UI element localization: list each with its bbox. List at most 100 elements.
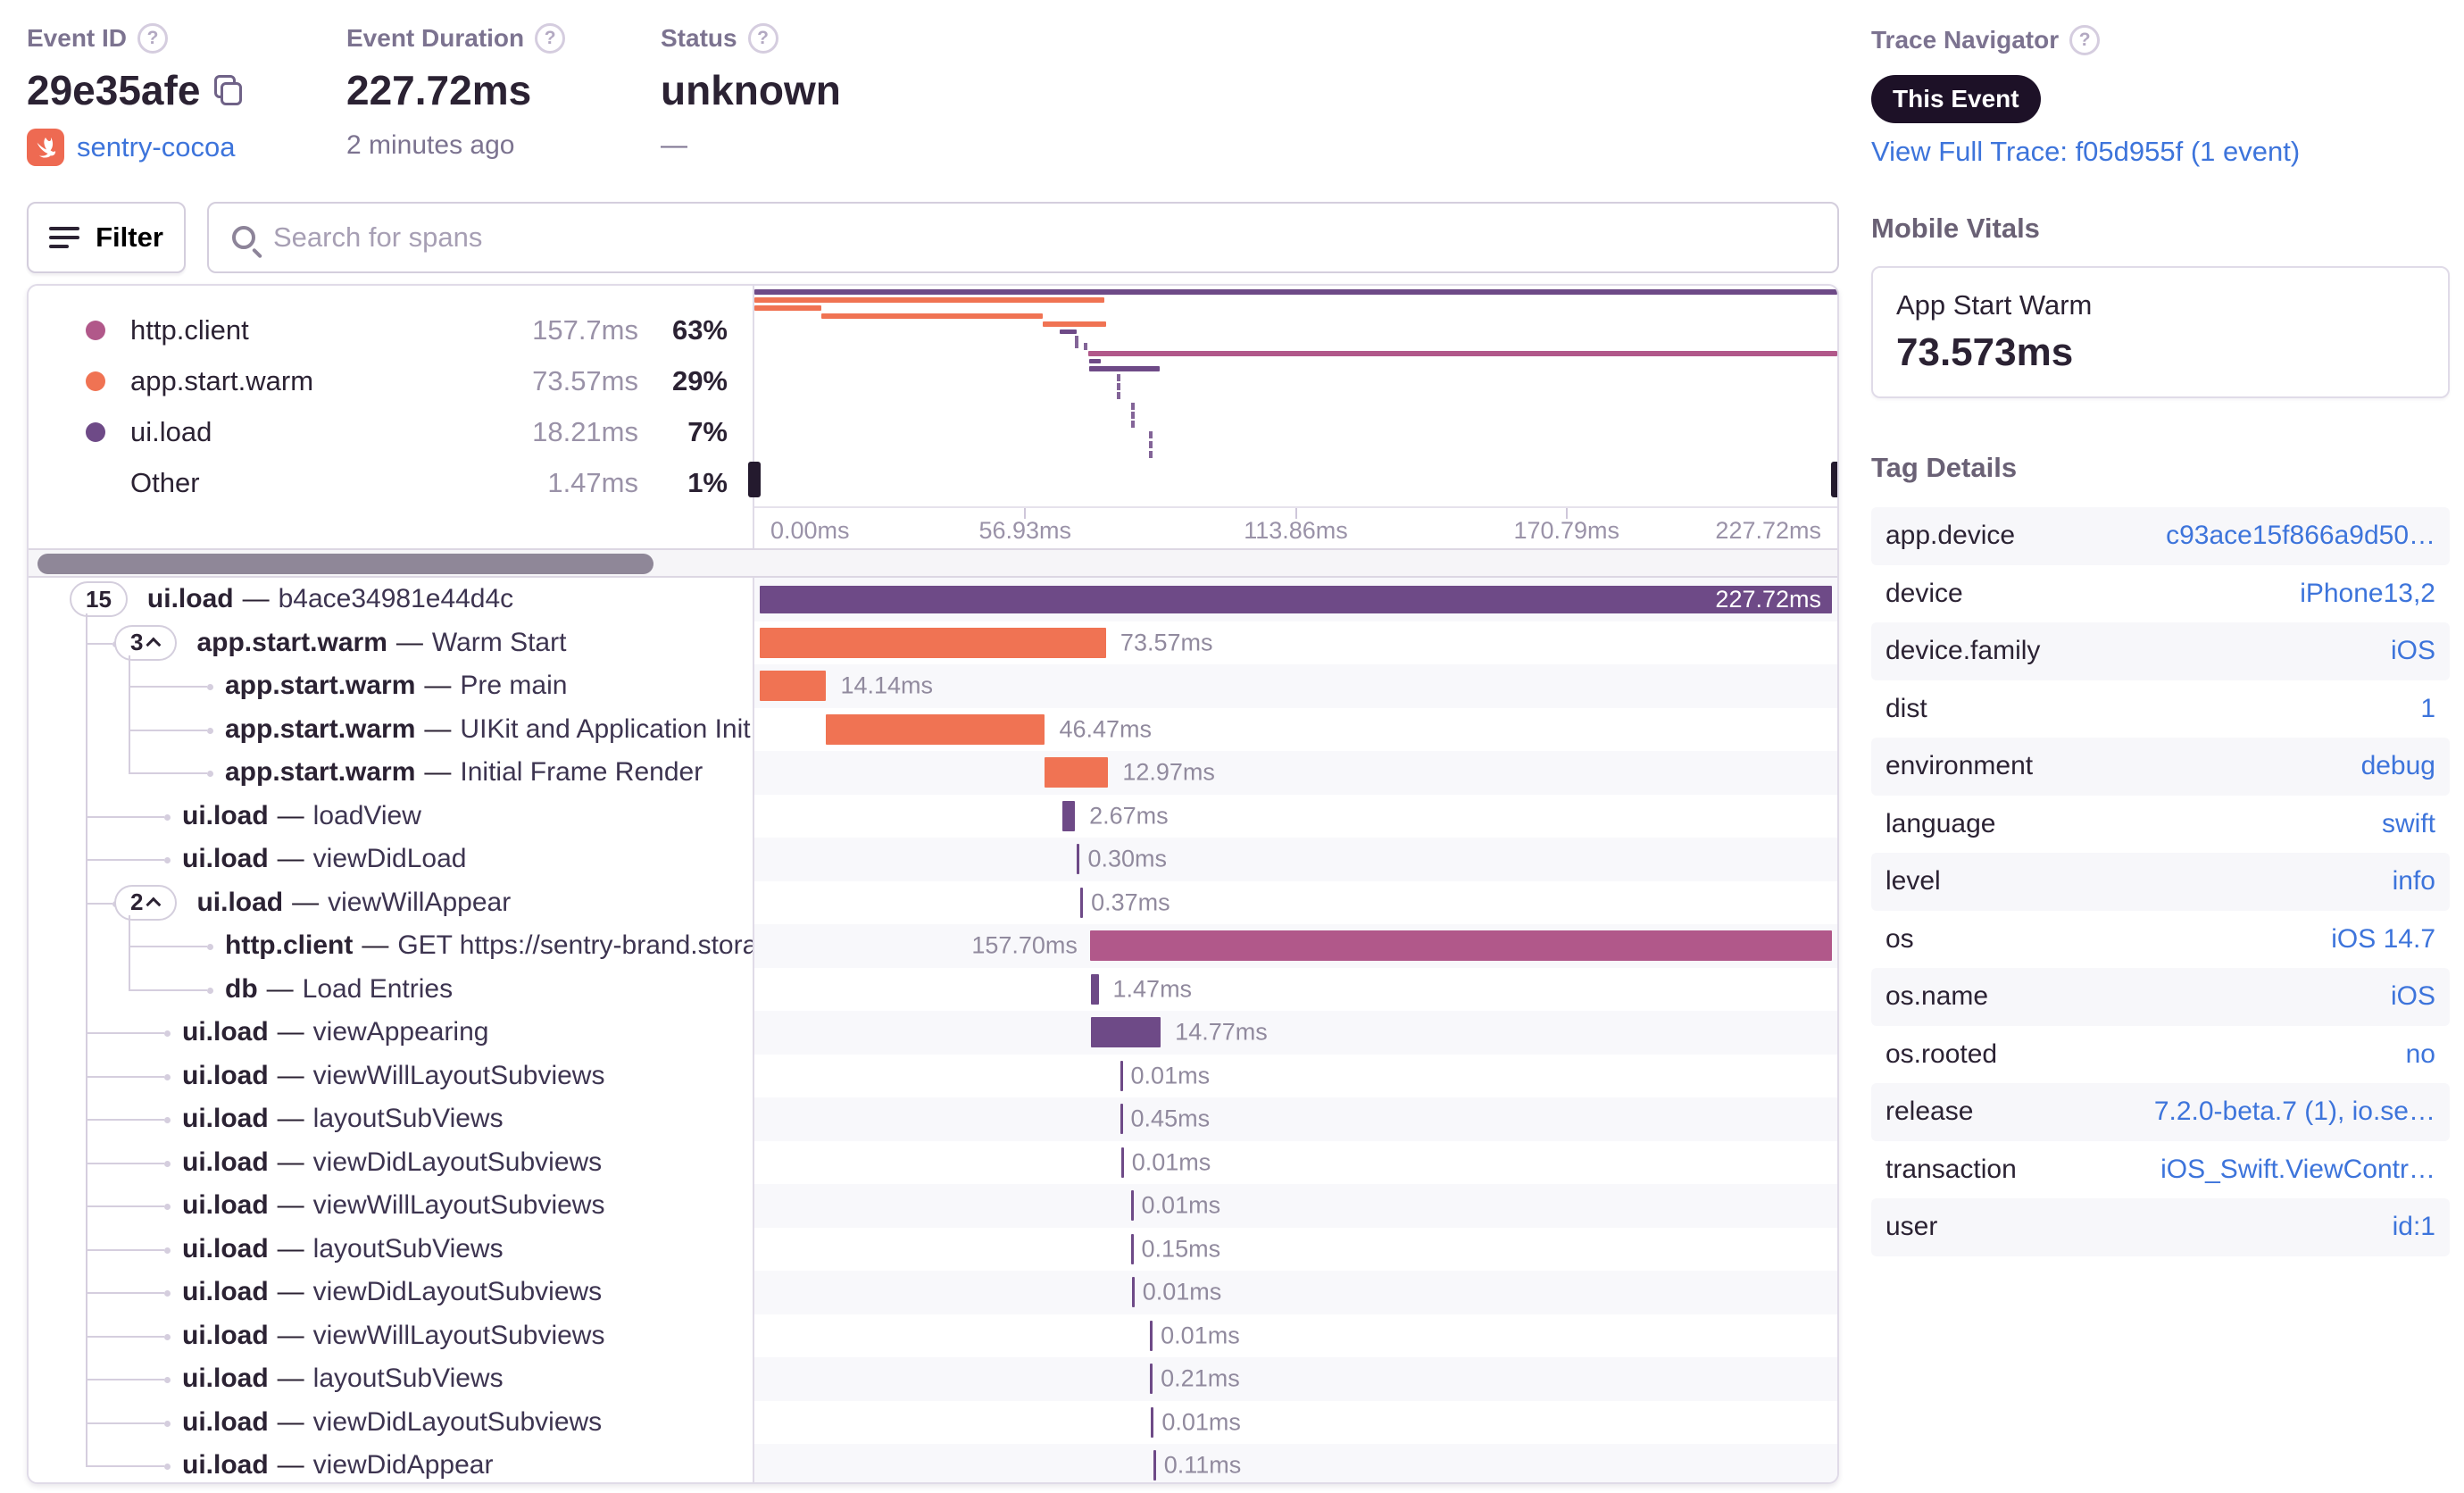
span-row[interactable]: app.start.warm — Initial Frame Render 12.97… — [29, 751, 1837, 795]
span-duration-bar[interactable] — [1077, 844, 1080, 874]
minimap-left-handle[interactable] — [748, 462, 761, 497]
span-name-cell[interactable]: ui.load — viewDidLoad — [29, 838, 754, 881]
span-duration-bar[interactable] — [1151, 1406, 1154, 1438]
span-name-cell[interactable]: app.start.warm — UIKit and Application Ini… — [29, 707, 754, 751]
span-duration-bar[interactable] — [1120, 1147, 1124, 1178]
span-name-cell[interactable]: ui.load — viewWillLayoutSubviews — [29, 1054, 754, 1097]
span-duration-bar[interactable] — [1130, 1190, 1134, 1221]
span-bar-cell[interactable]: 73.57ms — [754, 621, 1837, 665]
search-input[interactable] — [273, 221, 1814, 254]
minimap-right-handle[interactable] — [1831, 462, 1837, 497]
span-duration-bar[interactable] — [1120, 1060, 1123, 1091]
span-name-cell[interactable]: ui.load — viewWillLayoutSubviews — [29, 1184, 754, 1228]
span-bar-cell[interactable]: 2.67ms — [754, 795, 1837, 838]
help-icon[interactable]: ? — [2069, 25, 2101, 55]
scrollbar-thumb[interactable] — [37, 554, 653, 574]
tag-value-link[interactable]: iOS — [2391, 981, 2435, 1012]
tag-value-link[interactable]: iOS 14.7 — [2331, 924, 2435, 955]
span-bar-cell[interactable]: 0.01ms — [754, 1055, 1837, 1098]
expand-pill[interactable]: 3 — [114, 624, 178, 661]
span-name-cell[interactable]: ui.load — viewDidLayoutSubviews — [29, 1400, 754, 1444]
span-bar-cell[interactable]: 46.47ms — [754, 708, 1837, 752]
span-bar-cell[interactable]: 14.77ms — [754, 1011, 1837, 1055]
span-row[interactable]: ui.load — layoutSubViews 0.21ms — [29, 1357, 1837, 1401]
span-row[interactable]: ui.load — viewWillLayoutSubviews 0.01ms — [29, 1314, 1837, 1358]
help-icon[interactable]: ? — [747, 23, 778, 54]
span-name-cell[interactable]: 2 ui.load — viewWillAppear — [29, 880, 754, 924]
span-name-cell[interactable]: ui.load — loadView — [29, 794, 754, 838]
span-name-cell[interactable]: ui.load — viewWillLayoutSubviews — [29, 1314, 754, 1357]
span-name-cell[interactable]: ui.load — viewDidLayoutSubviews — [29, 1140, 754, 1184]
span-bar-cell[interactable]: 0.01ms — [754, 1271, 1837, 1314]
filter-button[interactable]: Filter — [27, 202, 186, 273]
span-row[interactable]: app.start.warm — UIKit and Application Ini… — [29, 707, 1837, 752]
tag-value-link[interactable]: c93ace15f866a9d50… — [2166, 521, 2435, 551]
span-row[interactable]: ui.load — layoutSubViews 0.45ms — [29, 1097, 1837, 1141]
span-bar-cell[interactable]: 0.11ms — [754, 1444, 1837, 1482]
span-row[interactable]: ui.load — viewDidLayoutSubviews 0.01ms — [29, 1271, 1837, 1314]
span-name-cell[interactable]: ui.load — viewDidAppear — [29, 1444, 754, 1482]
legend-row[interactable]: ui.load 18.21ms 7% — [29, 413, 753, 452]
span-name-cell[interactable]: app.start.warm — Pre main — [29, 664, 754, 708]
span-bar-cell[interactable]: 227.72ms — [754, 578, 1837, 621]
help-icon[interactable]: ? — [137, 23, 169, 54]
span-duration-bar[interactable] — [1130, 1233, 1134, 1264]
expand-pill[interactable]: 2 — [114, 884, 178, 921]
span-duration-bar[interactable] — [1153, 1450, 1156, 1480]
span-bar-cell[interactable]: 0.30ms — [754, 838, 1837, 881]
tag-value-link[interactable]: iOS_Swift.ViewContr… — [2160, 1155, 2435, 1185]
span-bar-cell[interactable]: 0.01ms — [754, 1314, 1837, 1358]
minimap-canvas[interactable] — [748, 286, 1837, 506]
span-duration-bar[interactable] — [1061, 800, 1076, 831]
span-bar-cell[interactable]: 12.97ms — [754, 751, 1837, 795]
span-duration-bar[interactable] — [1150, 1364, 1153, 1394]
copy-icon[interactable] — [214, 75, 243, 105]
view-full-trace-link[interactable]: View Full Trace: f05d955f (1 event) — [1871, 136, 2300, 167]
tag-value-link[interactable]: no — [2406, 1039, 2435, 1070]
tag-value-link[interactable]: iPhone13,2 — [2300, 579, 2435, 609]
tag-value-link[interactable]: 7.2.0-beta.7 (1), io.se… — [2154, 1097, 2435, 1127]
legend-row[interactable]: http.client 157.7ms 63% — [29, 311, 753, 350]
span-name-cell[interactable]: ui.load — layoutSubViews — [29, 1097, 754, 1141]
span-name-cell[interactable]: 3 app.start.warm — Warm Start — [29, 621, 754, 664]
span-row[interactable]: ui.load — viewAppearing 14.77ms — [29, 1011, 1837, 1055]
span-name-cell[interactable]: ui.load — viewDidLayoutSubviews — [29, 1271, 754, 1314]
span-bar-cell[interactable]: 157.70ms — [754, 924, 1837, 968]
span-bar-cell[interactable]: 0.01ms — [754, 1141, 1837, 1185]
span-name-cell[interactable]: app.start.warm — Initial Frame Render — [29, 751, 754, 795]
tag-value-link[interactable]: info — [2393, 866, 2435, 897]
span-bar-cell[interactable]: 0.21ms — [754, 1357, 1837, 1401]
span-row[interactable]: ui.load — viewDidAppear 0.11ms — [29, 1444, 1837, 1482]
vital-card-app-start-warm[interactable]: App Start Warm 73.573ms — [1871, 266, 2450, 398]
tree-horizontal-scrollbar[interactable] — [29, 548, 1837, 578]
span-bar-cell[interactable]: 0.01ms — [754, 1184, 1837, 1228]
span-row[interactable]: ui.load — loadView 2.67ms — [29, 794, 1837, 838]
tag-value-link[interactable]: 1 — [2420, 694, 2435, 724]
trace-minimap[interactable]: 0.00ms 56.93ms 113.86ms 170.79ms 227.72ms — [748, 286, 1837, 548]
tag-value-link[interactable]: debug — [2361, 751, 2435, 781]
span-row[interactable]: ui.load — viewDidLoad 0.30ms — [29, 838, 1837, 881]
tag-value-link[interactable]: swift — [2382, 809, 2435, 839]
span-name-cell[interactable]: db — Load Entries — [29, 967, 754, 1011]
span-row[interactable]: 15 ui.load — b4ace34981e44d4c 227.72ms — [29, 578, 1837, 621]
tag-value-link[interactable]: id:1 — [2393, 1212, 2435, 1242]
expand-pill[interactable]: 15 — [70, 581, 128, 618]
span-duration-bar[interactable] — [1150, 1320, 1153, 1351]
span-row[interactable]: ui.load — viewWillLayoutSubviews 0.01ms — [29, 1054, 1837, 1098]
span-name-cell[interactable]: ui.load — layoutSubViews — [29, 1357, 754, 1401]
span-row[interactable]: db — Load Entries 1.47ms — [29, 967, 1837, 1011]
span-row[interactable]: 2 ui.load — viewWillAppear 0.37ms — [29, 880, 1837, 924]
span-row[interactable]: http.client — GET https://sentry-brand.sto… — [29, 924, 1837, 968]
span-row[interactable]: ui.load — viewDidLayoutSubviews 0.01ms — [29, 1400, 1837, 1444]
span-name-cell[interactable]: ui.load — layoutSubViews — [29, 1227, 754, 1271]
help-icon[interactable]: ? — [535, 23, 566, 54]
span-name-cell[interactable]: http.client — GET https://sentry-brand.sto… — [29, 924, 754, 968]
span-duration-bar[interactable] — [1120, 1104, 1123, 1134]
span-row[interactable]: app.start.warm — Pre main 14.14ms — [29, 664, 1837, 708]
span-row[interactable]: 3 app.start.warm — Warm Start 73.57ms — [29, 621, 1837, 665]
span-duration-bar[interactable] — [760, 627, 1106, 658]
span-duration-bar[interactable] — [760, 671, 827, 701]
span-row[interactable]: ui.load — viewDidLayoutSubviews 0.01ms — [29, 1140, 1837, 1185]
span-bar-cell[interactable]: 0.15ms — [754, 1228, 1837, 1272]
span-bar-cell[interactable]: 0.45ms — [754, 1097, 1837, 1141]
